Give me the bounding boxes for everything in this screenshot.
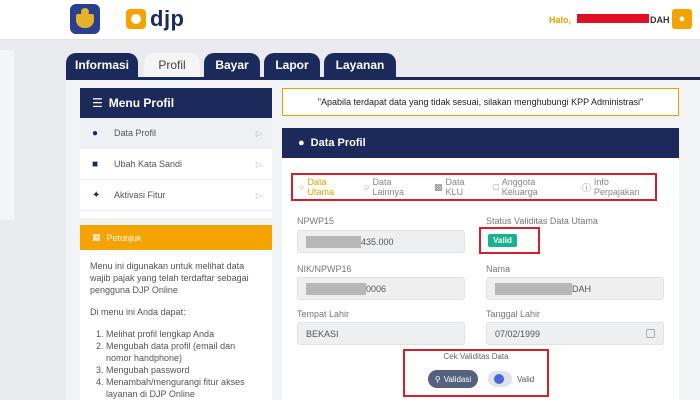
tab-bayar[interactable]: Bayar xyxy=(204,53,260,77)
npwp-label: NPWP15 xyxy=(297,216,335,226)
petunjuk-body: Menu ini digunakan untuk melihat data wa… xyxy=(80,250,272,400)
petunjuk-lead: Di menu ini Anda dapat: xyxy=(90,307,186,317)
tempat-lahir-field[interactable]: BEKASI xyxy=(297,322,465,345)
petunjuk-step: Mengubah data profil (email dan nomor ha… xyxy=(106,340,262,364)
tanggal-lahir-label: Tanggal Lahir xyxy=(486,309,541,319)
nama-value: DAH xyxy=(572,283,592,294)
subtab-data-klu[interactable]: ▩ Data KLU xyxy=(434,177,483,197)
tab-profil[interactable]: Profil xyxy=(144,53,200,77)
menu-item-label: Aktivasi Fitur xyxy=(114,190,166,200)
menu-profil-title: Menu Profil xyxy=(108,96,175,110)
tab-informasi[interactable]: Informasi xyxy=(66,53,138,77)
user-icon: ● xyxy=(298,137,305,149)
brand-name: djp xyxy=(150,6,185,31)
petunjuk-intro: Menu ini digunakan untuk melihat data wa… xyxy=(90,261,249,295)
tanggal-lahir-field[interactable]: 07/02/1999 xyxy=(486,322,664,345)
nik-field[interactable]: 0006 xyxy=(297,277,465,300)
kemenkeu-crest-icon xyxy=(70,4,100,34)
username-suffix: DAH xyxy=(650,15,670,25)
guide-icon: ▦ xyxy=(92,232,101,242)
status-badge: Valid xyxy=(488,234,517,247)
menu-item-data-profil[interactable]: ● Data Profil ▷ xyxy=(80,118,272,149)
info-icon: ⓘ xyxy=(581,182,591,193)
data-profil-title: Data Profil xyxy=(310,137,366,149)
npwp-field[interactable]: 435.000 xyxy=(297,230,465,253)
hamburger-icon: ☰ xyxy=(92,96,103,110)
subtab-label: Data Utama xyxy=(307,177,334,197)
tempat-lahir-value: BEKASI xyxy=(306,328,339,339)
redacted-value xyxy=(306,282,366,295)
petunjuk-card: ▦ Petunjuk Menu ini digunakan untuk meli… xyxy=(80,225,272,400)
nik-label: NIK/NPWP16 xyxy=(297,264,352,274)
users-icon: ○ xyxy=(364,182,370,192)
subtab-label: Data Lainnya xyxy=(372,177,405,197)
djp-logo-icon xyxy=(126,9,146,29)
user-icon: ● xyxy=(92,127,99,139)
nama-field[interactable]: DAH xyxy=(486,277,664,300)
user-icon: ○ xyxy=(299,182,305,192)
petunjuk-step: Menambah/mengurangi fitur akses layanan … xyxy=(106,376,262,400)
subtab-info-perpajakan[interactable]: ⓘ Info Perpajakan xyxy=(582,177,655,197)
chevron-right-icon: ▷ xyxy=(255,159,262,169)
nama-label: Nama xyxy=(486,264,511,274)
tab-underline xyxy=(66,77,700,80)
subtab-label: Info Perpajakan xyxy=(593,177,640,197)
chevron-right-icon: ▷ xyxy=(255,128,262,138)
subtab-anggota-keluarga[interactable]: □ Anggota Keluarga xyxy=(493,177,572,197)
menu-item-label: Data Profil xyxy=(114,128,157,138)
menu-item-ubah-kata-sandi[interactable]: ■ Ubah Kata Sandi ▷ xyxy=(80,149,272,180)
chevron-right-icon: ▷ xyxy=(255,190,262,200)
user-menu-button[interactable]: ● xyxy=(672,9,692,29)
redacted-username xyxy=(577,14,649,23)
notice-banner: "Apabila terdapat data yang tidak sesuai… xyxy=(282,88,679,116)
validasi-button[interactable]: ⚲ Validasi xyxy=(428,370,478,388)
petunjuk-steps: Melihat profil lengkap Anda Mengubah dat… xyxy=(90,328,262,400)
menu-profil-header: ☰ Menu Profil xyxy=(80,88,272,118)
search-icon: ⚲ xyxy=(434,374,441,384)
family-icon: □ xyxy=(493,182,499,192)
validity-toggle[interactable] xyxy=(488,371,512,387)
tab-lapor[interactable]: Lapor xyxy=(264,53,320,77)
toggle-valid-label: Valid xyxy=(517,375,535,384)
side-panel xyxy=(0,50,14,220)
lock-icon: ■ xyxy=(92,158,99,170)
subtab-data-utama[interactable]: ○ Data Utama xyxy=(299,177,354,197)
menu-item-label: Ubah Kata Sandi xyxy=(114,159,183,169)
tempat-lahir-label: Tempat Lahir xyxy=(297,309,350,319)
data-profil-subtabs: ○ Data Utama ○ Data Lainnya ▩ Data KLU □… xyxy=(291,173,657,201)
calendar-icon xyxy=(646,329,655,338)
greeting-label: Halo, xyxy=(549,15,572,25)
petunjuk-step: Melihat profil lengkap Anda xyxy=(106,328,262,340)
petunjuk-header: ▦ Petunjuk xyxy=(80,225,272,250)
validasi-label: Validasi xyxy=(443,374,472,384)
menu-profil-card: ☰ Menu Profil ● Data Profil ▷ ■ Ubah Kat… xyxy=(80,88,272,218)
cek-validitas-title: Cek Validitas Data xyxy=(443,352,509,361)
redacted-value xyxy=(306,235,361,248)
petunjuk-step: Mengubah password xyxy=(106,364,262,376)
subtab-data-lainnya[interactable]: ○ Data Lainnya xyxy=(364,177,424,197)
npwp-value: 435.000 xyxy=(361,236,394,247)
user-icon: ● xyxy=(678,13,686,25)
top-header: djp Halo, DAH ● xyxy=(0,0,700,40)
status-validitas-label: Status Validitas Data Utama xyxy=(486,216,598,226)
nik-value: 0006 xyxy=(366,283,387,294)
redacted-value xyxy=(495,282,572,295)
menu-item-aktivasi-fitur[interactable]: ✦ Aktivasi Fitur ▷ xyxy=(80,180,272,211)
tanggal-lahir-value: 07/02/1999 xyxy=(495,328,541,339)
petunjuk-title: Petunjuk xyxy=(106,232,142,243)
pin-icon: ✦ xyxy=(92,189,101,201)
subtab-label: Data KLU xyxy=(445,177,465,197)
briefcase-icon: ▩ xyxy=(434,181,443,192)
tab-layanan[interactable]: Layanan xyxy=(324,53,396,77)
subtab-label: Anggota Keluarga xyxy=(501,177,538,197)
data-profil-header: ● Data Profil xyxy=(282,128,679,158)
